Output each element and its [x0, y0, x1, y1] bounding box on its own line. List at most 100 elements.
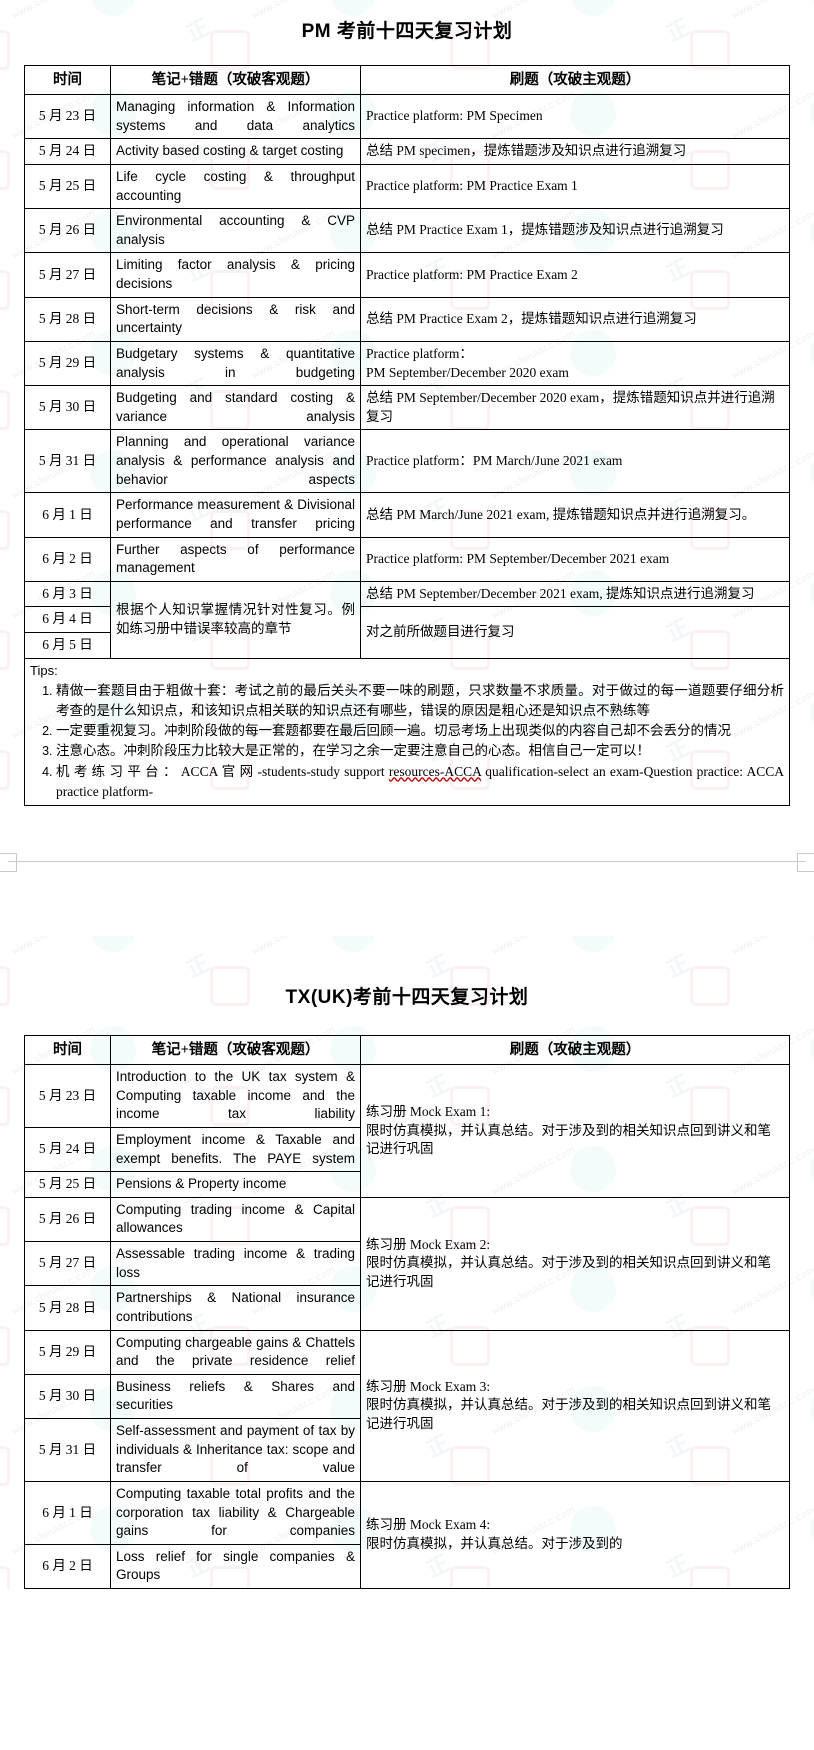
- cell-date: 5 月 25 日: [24, 163, 111, 210]
- table-row: 5 月 28 日 Short-term decisions & risk and …: [24, 296, 790, 342]
- col-header-notes: 笔记+错题（攻破客观题）: [110, 1035, 361, 1066]
- cell-notes: Pensions & Property income: [110, 1171, 361, 1198]
- cell-date: 5 月 27 日: [24, 252, 111, 298]
- cell-notes: Managing information & Information syste…: [110, 93, 361, 140]
- tips-heading: Tips:: [30, 662, 58, 678]
- tip-item: 一定要重视复习。冲刺阶段做的每一套题都要在最后回顾一遍。切忌考场上出现类似的内容…: [56, 721, 784, 741]
- cell-date: 6 月 1 日: [24, 492, 111, 538]
- cell-date: 5 月 30 日: [24, 1373, 111, 1420]
- cell-notes: Self-assessment and payment of tax by in…: [110, 1418, 361, 1482]
- table-row: 5 月 23 日 Introduction to the UK tax syste…: [24, 1064, 790, 1198]
- cell-drill: 总结 PM specimen，提炼错题涉及知识点进行追溯复习: [360, 138, 790, 165]
- table-row: 5 月 27 日 Limiting factor analysis & prici…: [24, 252, 790, 298]
- cell-date: 5 月 29 日: [24, 1329, 111, 1375]
- cell-notes: Loss relief for single companies & Group…: [110, 1543, 361, 1590]
- cell-drill: 总结 PM March/June 2021 exam, 提炼错题知识点并进行追溯…: [360, 492, 790, 538]
- cell-date: 5 月 29 日: [24, 340, 111, 387]
- table-row: 5 月 25 日 Life cycle costing & throughput …: [24, 163, 790, 210]
- cell-date: 5 月 26 日: [24, 1196, 111, 1243]
- table-row: 5 月 24 日 Activity based costing & target …: [24, 138, 790, 165]
- cell-date: 6 月 4 日: [24, 606, 111, 633]
- cell-date: 5 月 23 日: [24, 1064, 111, 1128]
- cell-notes-merged: 根据个人知识掌握情况针对性复习。例如练习册中错误率较高的章节: [110, 580, 361, 659]
- cell-drill: Practice platform: PM September/December…: [360, 536, 790, 582]
- cell-drill: Practice platform： PM September/December …: [360, 340, 790, 387]
- table-row: 5 月 29 日 Computing chargeable gains & Cha…: [24, 1329, 790, 1482]
- cell-drill: 总结 PM September/December 2020 exam，提炼错题知…: [360, 385, 790, 431]
- cell-notes: Introduction to the UK tax system & Comp…: [110, 1064, 361, 1128]
- page-tx: www.chinaacc.com正www.chinaacc.com正www.ch…: [0, 936, 814, 1590]
- cell-drill: 练习册 Mock Exam 3: 限时仿真模拟，并认真总结。对于涉及到的相关知识点…: [360, 1329, 790, 1482]
- tips-cell: Tips: 精做一套题目由于粗做十套：考试之前的最后关头不要一味的刷题，只求数量不…: [24, 657, 790, 807]
- tip-platform-label2: 官网: [221, 763, 258, 779]
- cell-notes: Assessable trading income & trading loss: [110, 1241, 361, 1287]
- cell-drill: Practice platform: PM Practice Exam 1: [360, 163, 790, 210]
- cell-notes: Computing chargeable gains & Chattels an…: [110, 1329, 361, 1375]
- cell-notes: Partnerships & National insurance contri…: [110, 1285, 361, 1331]
- cell-notes: Computing taxable total profits and the …: [110, 1480, 361, 1545]
- cell-notes: Short-term decisions & risk and uncertai…: [110, 296, 361, 342]
- cell-drill: 对之前所做题目进行复习: [360, 606, 790, 659]
- cell-date: 5 月 23 日: [24, 93, 111, 140]
- col-header-notes: 笔记+错题（攻破客观题）: [110, 65, 361, 95]
- cell-drill: 总结 PM Practice Exam 1，提炼错题涉及知识点进行追溯复习: [360, 208, 790, 254]
- cell-date: 6 月 3 日: [24, 580, 111, 608]
- cell-drill: Practice platform: PM Practice Exam 2: [360, 252, 790, 298]
- cell-date: 6 月 1 日: [24, 1480, 111, 1545]
- table-row: 5 月 26 日 Environmental accounting & CVP a…: [24, 208, 790, 254]
- cell-notes: Performance measurement & Divisional per…: [110, 492, 361, 538]
- cell-notes: Employment income & Taxable and exempt b…: [110, 1126, 361, 1173]
- tip-item: 精做一套题目由于粗做十套：考试之前的最后关头不要一味的刷题，只求数量不求质量。对…: [56, 681, 784, 722]
- table-row: 5 月 23 日 Managing information & Informati…: [24, 93, 790, 140]
- cell-notes: Planning and operational variance analys…: [110, 429, 361, 494]
- cell-date: 5 月 31 日: [24, 429, 111, 494]
- cell-date: 6 月 2 日: [24, 536, 111, 582]
- table-row: 6 月 2 日 Further aspects of performance ma…: [24, 536, 790, 582]
- cell-notes: Budgetary systems & quantitative analysi…: [110, 340, 361, 387]
- cell-notes: Limiting factor analysis & pricing decis…: [110, 252, 361, 298]
- margin-marker-left: [0, 853, 17, 873]
- cell-notes: Life cycle costing & throughput accounti…: [110, 163, 361, 210]
- page-break-line: [8, 861, 806, 863]
- cell-date: 5 月 26 日: [24, 208, 111, 254]
- cell-notes: Computing trading income & Capital allow…: [110, 1196, 361, 1243]
- tip-item: 注意心态。冲刺阶段压力比较大是正常的，在学习之余一定要注意自己的心态。相信自己一…: [56, 741, 784, 761]
- cell-date: 5 月 25 日: [24, 1171, 111, 1198]
- cell-drill: Practice platform: PM Specimen: [360, 93, 790, 140]
- tips-list: 精做一套题目由于粗做十套：考试之前的最后关头不要一味的刷题，只求数量不求质量。对…: [30, 681, 784, 803]
- table-row: 5 月 26 日 Computing trading income & Capit…: [24, 1196, 790, 1331]
- cell-date: 6 月 2 日: [24, 1543, 111, 1590]
- cell-date: 5 月 27 日: [24, 1241, 111, 1287]
- table-header-row: 时间 笔记+错题（攻破客观题） 刷题（攻破主观题）: [24, 1035, 790, 1066]
- cell-notes: Environmental accounting & CVP analysis: [110, 208, 361, 254]
- cell-date: 6 月 5 日: [24, 632, 111, 659]
- table-row: 5 月 30 日 Budgeting and standard costing &…: [24, 385, 790, 431]
- cell-drill: 总结 PM Practice Exam 2，提炼错题知识点进行追溯复习: [360, 296, 790, 342]
- table-row: 6 月 3 日根据个人知识掌握情况针对性复习。例如练习册中错误率较高的章节 总结 …: [24, 580, 790, 659]
- cell-date: 5 月 28 日: [24, 296, 111, 342]
- pm-schedule-table: 时间 笔记+错题（攻破客观题） 刷题（攻破主观题） 5 月 23 日 Managi…: [24, 65, 790, 807]
- col-header-drill: 刷题（攻破主观题）: [360, 65, 790, 95]
- col-header-drill: 刷题（攻破主观题）: [360, 1035, 790, 1066]
- cell-date: 5 月 31 日: [24, 1418, 111, 1482]
- cell-date: 5 月 28 日: [24, 1285, 111, 1331]
- cell-date: 5 月 24 日: [24, 138, 111, 165]
- tip-item-platform: 机考练习平台：ACCA 官网-students-study support re…: [56, 762, 784, 803]
- col-header-time: 时间: [24, 65, 111, 95]
- cell-drill: 练习册 Mock Exam 4: 限时仿真模拟，并认真总结。对于涉及到的: [360, 1480, 790, 1590]
- tip-platform-link: resources-ACCA: [388, 763, 482, 779]
- cell-drill: 练习册 Mock Exam 1: 限时仿真模拟，并认真总结。对于涉及到的相关知识点…: [360, 1064, 790, 1198]
- tips-row: Tips: 精做一套题目由于粗做十套：考试之前的最后关头不要一味的刷题，只求数量不…: [24, 657, 790, 807]
- cell-notes: Budgeting and standard costing & varianc…: [110, 385, 361, 431]
- cell-drill: Practice platform：PM March/June 2021 exa…: [360, 429, 790, 494]
- table-header-row: 时间 笔记+错题（攻破客观题） 刷题（攻破主观题）: [24, 65, 790, 95]
- page-title-pm: PM 考前十四天复习计划: [301, 21, 513, 42]
- tx-schedule-table: 时间 笔记+错题（攻破客观题） 刷题（攻破主观题） 5 月 23 日 Introd…: [24, 1035, 790, 1590]
- table-row: 6 月 1 日 Computing taxable total profits a…: [24, 1480, 790, 1590]
- cell-drill: 练习册 Mock Exam 2: 限时仿真模拟，并认真总结。对于涉及到的相关知识点…: [360, 1196, 790, 1331]
- cell-notes: Business reliefs & Shares and securities: [110, 1373, 361, 1420]
- margin-marker-right: [797, 853, 814, 873]
- table-row: 5 月 29 日 Budgetary systems & quantitative…: [24, 340, 790, 387]
- page-pm: www.chinaacc.com正www.chinaacc.com正www.ch…: [0, 0, 814, 807]
- cell-drill: 总结 PM September/December 2021 exam, 提炼知识…: [360, 580, 790, 608]
